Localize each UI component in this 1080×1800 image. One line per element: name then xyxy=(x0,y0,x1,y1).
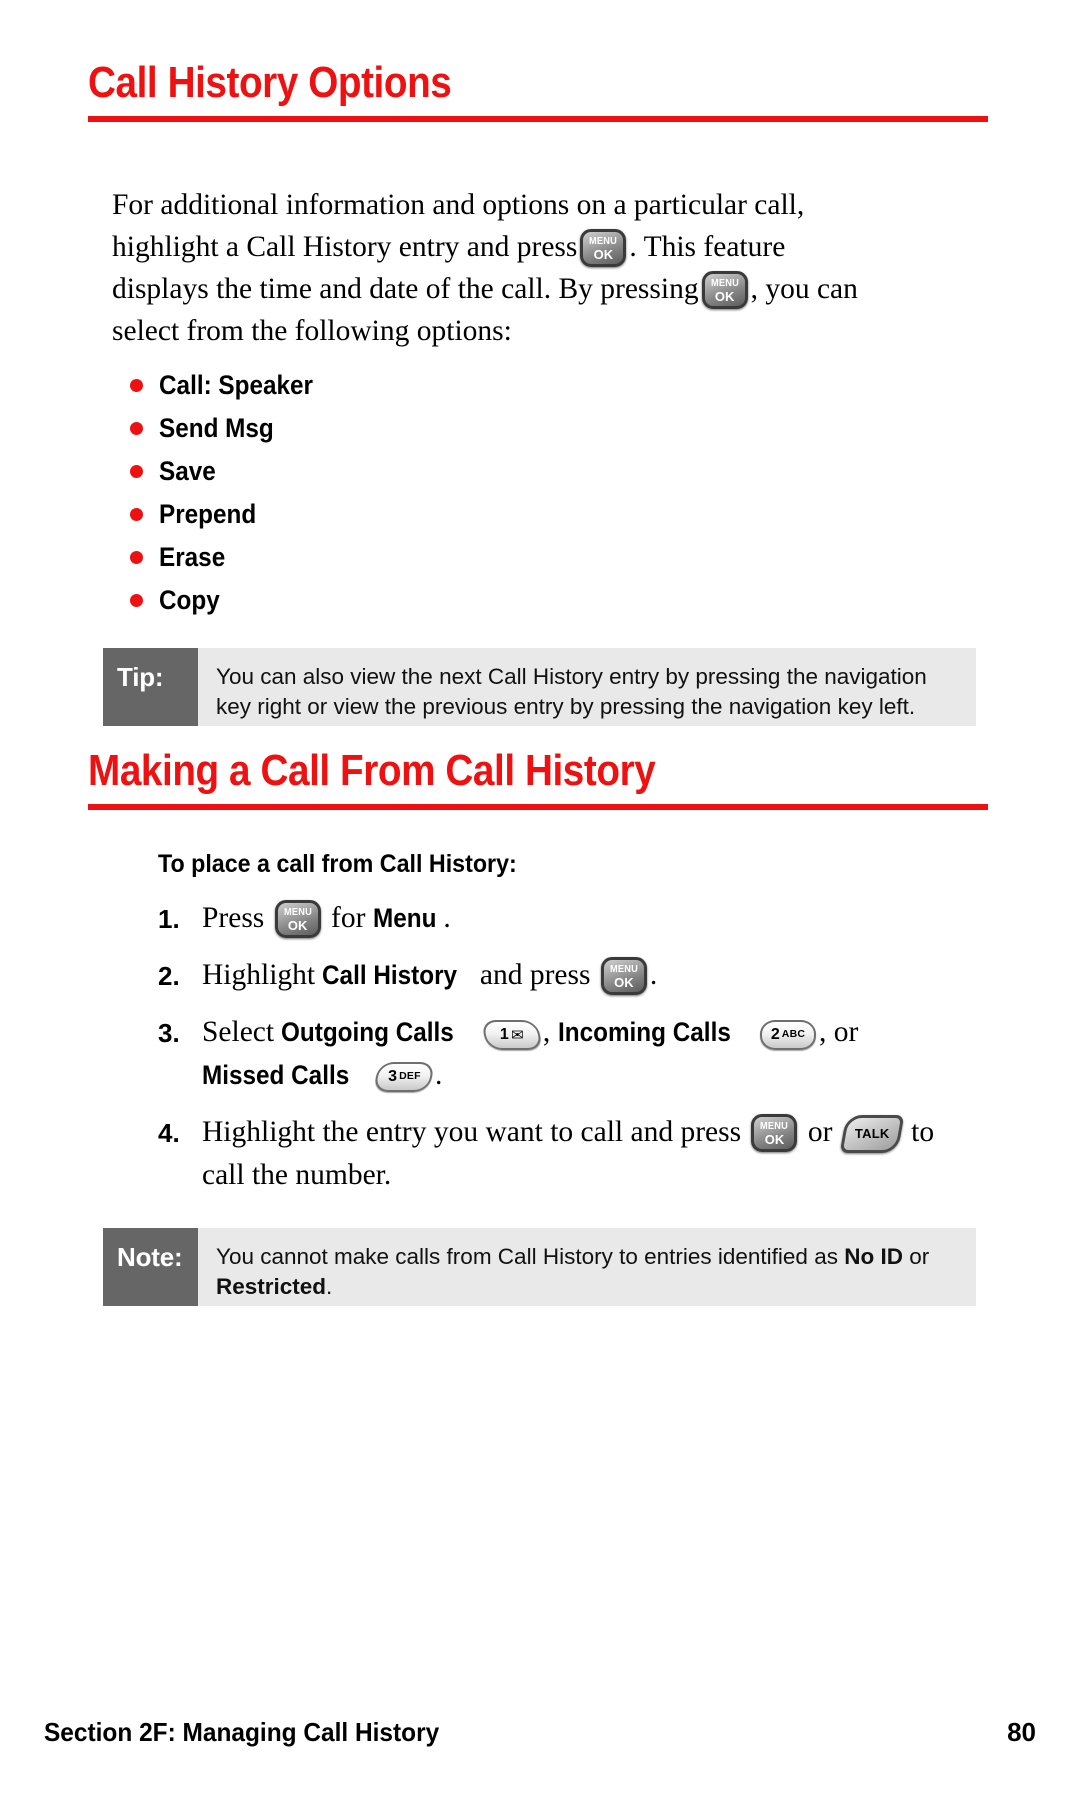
key-3-letters: DEF xyxy=(398,1070,421,1083)
menu-ok-key-icon: MENU OK xyxy=(751,1114,798,1153)
bullet-dot-icon xyxy=(130,422,143,435)
bullet-dot-icon xyxy=(130,465,143,478)
option-label: Send Msg xyxy=(159,413,274,443)
menu-ok-key-icon: MENU OK xyxy=(580,229,627,268)
tip-callout: Tip: You can also view the next Call His… xyxy=(103,648,976,726)
option-label: Prepend xyxy=(159,499,257,529)
envelope-icon: ✉ xyxy=(511,1026,524,1044)
key-3-def-icon: 3 DEF xyxy=(372,1062,436,1093)
procedure-block: To place a call from Call History: 1. Pr… xyxy=(158,850,958,1211)
step-item: 1. Press MENU OK for Menu. xyxy=(158,897,958,940)
menu-ok-line1: MENU xyxy=(589,235,618,248)
menu-ok-line1: MENU xyxy=(609,963,638,976)
bullet-dot-icon xyxy=(130,379,143,392)
list-item: Call: Speaker xyxy=(130,370,730,401)
menu-ok-line1: MENU xyxy=(710,277,739,290)
option-label: Erase xyxy=(159,542,226,572)
step-item: 3. Select Outgoing Calls 1 ✉, Incoming Ca… xyxy=(158,1011,958,1097)
step3-part-1: Select xyxy=(202,1016,275,1049)
step1-part-1: Press xyxy=(202,902,265,934)
step-number: 2. xyxy=(158,961,180,992)
step-number: 3. xyxy=(158,1018,180,1049)
section-call-history-options: Call History Options xyxy=(88,58,988,123)
step-number: 1. xyxy=(158,904,180,934)
note-bold-no-id: No ID xyxy=(844,1244,903,1269)
list-item: Erase xyxy=(130,542,730,573)
talk-key-label: TALK xyxy=(854,1125,890,1141)
list-item: Copy xyxy=(130,585,730,616)
step-text: Highlight Call History and press MENU OK. xyxy=(202,954,958,997)
key-1-envelope-icon: 1 ✉ xyxy=(480,1019,544,1050)
key-1-digit: 1 xyxy=(500,1026,509,1044)
talk-key-icon: TALK xyxy=(839,1115,905,1154)
note-text: You cannot make calls from Call History … xyxy=(198,1228,976,1306)
section-title-rule xyxy=(88,804,988,811)
key-2-digit: 2 xyxy=(770,1026,780,1044)
tip-text: You can also view the next Call History … xyxy=(216,664,927,719)
step-item: 2. Highlight Call History and press MENU… xyxy=(158,954,958,997)
procedure-steps: 1. Press MENU OK for Menu. 2. Highlight C… xyxy=(158,897,958,1197)
step-number: 4. xyxy=(158,1118,180,1148)
menu-ok-line2: OK xyxy=(614,974,634,990)
step2-period: . xyxy=(649,959,658,992)
step4-part-1: Highlight the entry you want to call and… xyxy=(202,1116,742,1148)
tip-label: Tip: xyxy=(103,648,198,726)
key-2-abc-icon: 2 ABC xyxy=(760,1019,817,1050)
title-rule xyxy=(88,116,988,123)
footer-section-label: Section 2F: Managing Call History xyxy=(44,1717,440,1747)
manual-page: Call History Options For additional info… xyxy=(0,0,1080,1800)
step4-part-2: or xyxy=(807,1116,833,1148)
menu-ok-key-icon: MENU OK xyxy=(600,957,647,996)
step1-menu-term: Menu xyxy=(372,903,437,933)
step3-comma-2: , or xyxy=(819,1016,859,1049)
menu-ok-key-icon: MENU OK xyxy=(274,900,321,939)
list-item: Prepend xyxy=(130,499,730,530)
menu-ok-line1: MENU xyxy=(760,1120,789,1133)
section-title: Making a Call From Call History xyxy=(88,746,656,795)
section-making-a-call: Making a Call From Call History xyxy=(88,746,988,811)
procedure-title: To place a call from Call History: xyxy=(158,850,517,878)
key-2-letters: ABC xyxy=(781,1028,806,1041)
step3-outgoing-calls-term: Outgoing Calls xyxy=(281,1017,455,1048)
menu-ok-line2: OK xyxy=(764,1131,785,1147)
list-item: Save xyxy=(130,456,730,487)
menu-ok-line2: OK xyxy=(287,917,308,933)
call-history-options-list: Call: Speaker Send Msg Save Prepend Eras… xyxy=(130,370,730,628)
menu-ok-line2: OK xyxy=(714,288,735,304)
option-label: Save xyxy=(159,456,216,486)
step3-comma-1: , xyxy=(542,1016,551,1049)
note-text-2: or xyxy=(902,1244,930,1269)
step-text: Select Outgoing Calls 1 ✉, Incoming Calls… xyxy=(202,1011,958,1097)
option-label: Copy xyxy=(159,585,220,615)
step3-incoming-calls-term: Incoming Calls xyxy=(557,1017,731,1048)
step1-part-2: for xyxy=(331,902,366,934)
step1-period: . xyxy=(443,902,451,934)
menu-ok-line1: MENU xyxy=(283,906,312,919)
menu-ok-key-icon: MENU OK xyxy=(701,271,748,310)
note-label: Note: xyxy=(103,1228,198,1306)
menu-ok-line2: OK xyxy=(593,246,614,262)
note-text-1: You cannot make calls from Call History … xyxy=(216,1244,845,1269)
step-text: Press MENU OK for Menu. xyxy=(202,897,958,940)
step2-part-1: Highlight xyxy=(202,959,316,992)
list-item: Send Msg xyxy=(130,413,730,444)
option-label: Call: Speaker xyxy=(159,370,313,400)
bullet-dot-icon xyxy=(130,551,143,564)
page-title: Call History Options xyxy=(88,58,452,107)
step3-missed-calls-term: Missed Calls xyxy=(202,1060,350,1091)
step-text: Highlight the entry you want to call and… xyxy=(202,1111,958,1197)
page-number: 80 xyxy=(1007,1717,1036,1747)
note-bold-restricted: Restricted xyxy=(216,1273,327,1299)
bullet-dot-icon xyxy=(130,594,143,607)
note-callout: Note: You cannot make calls from Call Hi… xyxy=(103,1228,976,1306)
note-text-3: . xyxy=(326,1273,333,1299)
step2-part-2: and press xyxy=(479,959,591,992)
key-3-digit: 3 xyxy=(387,1068,397,1086)
bullet-dot-icon xyxy=(130,508,143,521)
intro-paragraph: For additional information and options o… xyxy=(112,185,882,353)
step2-call-history-term: Call History xyxy=(322,960,458,991)
step3-period: . xyxy=(434,1059,443,1092)
step-item: 4. Highlight the entry you want to call … xyxy=(158,1111,958,1197)
page-footer: Section 2F: Managing Call History 80 xyxy=(44,1717,1036,1748)
